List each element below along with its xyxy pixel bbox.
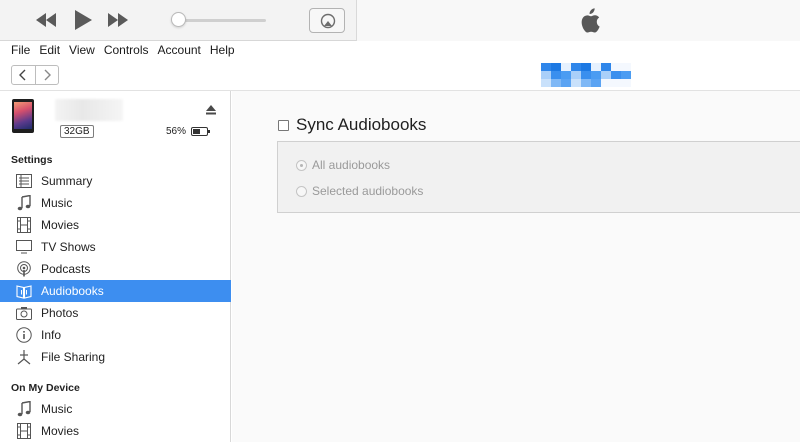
- play-icon[interactable]: [73, 9, 93, 31]
- podcast-icon: [15, 261, 33, 277]
- eject-icon[interactable]: [205, 103, 217, 115]
- apple-logo-icon: [577, 8, 601, 34]
- forward-button[interactable]: [34, 66, 59, 84]
- summary-icon: [15, 173, 33, 189]
- ipad-image: [12, 99, 34, 133]
- device-summary[interactable]: 32GB 56%: [0, 91, 231, 149]
- sidebar-item-label: Photos: [41, 306, 79, 320]
- sidebar-item-label: Podcasts: [41, 262, 91, 276]
- all-audiobooks-label: All audiobooks: [312, 158, 391, 172]
- device-title-redacted: [541, 63, 631, 87]
- all-audiobooks-radio[interactable]: [296, 159, 307, 171]
- sidebar-item-label: Movies: [41, 218, 80, 232]
- sidebar-item-music[interactable]: Music: [0, 192, 231, 214]
- device-name-redacted: [55, 99, 123, 121]
- file-sharing-icon: [15, 349, 33, 365]
- fast-forward-icon[interactable]: [107, 12, 129, 28]
- chevron-left-icon: [19, 69, 26, 81]
- sidebar-item-label: Audiobooks: [41, 284, 104, 298]
- selected-audiobooks-option[interactable]: Selected audiobooks: [296, 184, 423, 198]
- sidebar-item-podcasts[interactable]: Podcasts: [0, 258, 231, 280]
- back-button[interactable]: [12, 66, 35, 84]
- sidebar-item-label: Info: [41, 328, 62, 342]
- camera-icon: [15, 305, 33, 321]
- capacity-badge: 32GB: [60, 125, 94, 138]
- info-icon: [15, 327, 33, 343]
- sync-audiobooks-checkbox[interactable]: [278, 119, 289, 131]
- chevron-right-icon: [44, 69, 51, 81]
- menu-bar: File Edit View Controls Account Help: [0, 41, 800, 60]
- device-item-movies[interactable]: Movies: [0, 420, 231, 442]
- volume-slider-knob[interactable]: [171, 12, 186, 27]
- sidebar-item-label: Movies: [41, 424, 80, 438]
- player-toolbar: [0, 0, 800, 41]
- sidebar-item-audiobooks[interactable]: Audiobooks: [0, 280, 231, 302]
- film-icon: [15, 217, 33, 233]
- battery-percentage: 56%: [166, 126, 187, 137]
- device-item-music[interactable]: Music: [0, 398, 231, 420]
- music-note-icon: [15, 195, 33, 211]
- music-note-icon: [15, 401, 33, 417]
- sidebar-item-photos[interactable]: Photos: [0, 302, 231, 324]
- sync-audiobooks-row[interactable]: Sync Audiobooks: [278, 115, 426, 135]
- audiobooks-panel: Sync Audiobooks All audiobooks Selected …: [232, 91, 800, 442]
- menu-account[interactable]: Account: [155, 41, 204, 60]
- menu-file[interactable]: File: [8, 41, 33, 60]
- history-navigation: [11, 65, 59, 85]
- on-my-device-list: Music Movies: [0, 398, 231, 442]
- airplay-button[interactable]: [309, 8, 345, 33]
- sidebar-item-summary[interactable]: Summary: [0, 170, 231, 192]
- audiobook-icon: [15, 283, 33, 299]
- sidebar-item-label: Music: [41, 196, 73, 210]
- rewind-icon[interactable]: [35, 12, 57, 28]
- sidebar-item-label: Summary: [41, 174, 93, 188]
- sidebar-item-label: Music: [41, 402, 73, 416]
- sidebar: 32GB 56% Settings Summary Music Movies TV S…: [0, 91, 231, 442]
- tv-icon: [15, 239, 33, 255]
- sync-options-group: All audiobooks Selected audiobooks: [277, 141, 800, 213]
- menu-controls[interactable]: Controls: [101, 41, 152, 60]
- all-audiobooks-option[interactable]: All audiobooks: [296, 158, 390, 172]
- sidebar-item-movies[interactable]: Movies: [0, 214, 231, 236]
- volume-slider-track[interactable]: [178, 19, 266, 22]
- menu-view[interactable]: View: [66, 41, 98, 60]
- sidebar-item-file-sharing[interactable]: File Sharing: [0, 346, 231, 368]
- settings-heading: Settings: [11, 154, 53, 166]
- battery-icon: [191, 127, 210, 136]
- film-icon: [15, 423, 33, 439]
- sidebar-item-tv-shows[interactable]: TV Shows: [0, 236, 231, 258]
- sync-audiobooks-label: Sync Audiobooks: [296, 115, 427, 134]
- selected-audiobooks-radio[interactable]: [296, 185, 307, 197]
- menu-help[interactable]: Help: [207, 41, 238, 60]
- settings-list: Summary Music Movies TV Shows Podcasts Audiob…: [0, 170, 231, 368]
- airplay-icon: [320, 13, 336, 29]
- navigation-bar: [0, 60, 800, 91]
- menu-edit[interactable]: Edit: [36, 41, 63, 60]
- on-my-device-heading: On My Device: [11, 382, 80, 394]
- selected-audiobooks-label: Selected audiobooks: [312, 184, 424, 198]
- sidebar-item-info[interactable]: Info: [0, 324, 231, 346]
- sidebar-item-label: TV Shows: [41, 240, 96, 254]
- sidebar-item-label: File Sharing: [41, 350, 106, 364]
